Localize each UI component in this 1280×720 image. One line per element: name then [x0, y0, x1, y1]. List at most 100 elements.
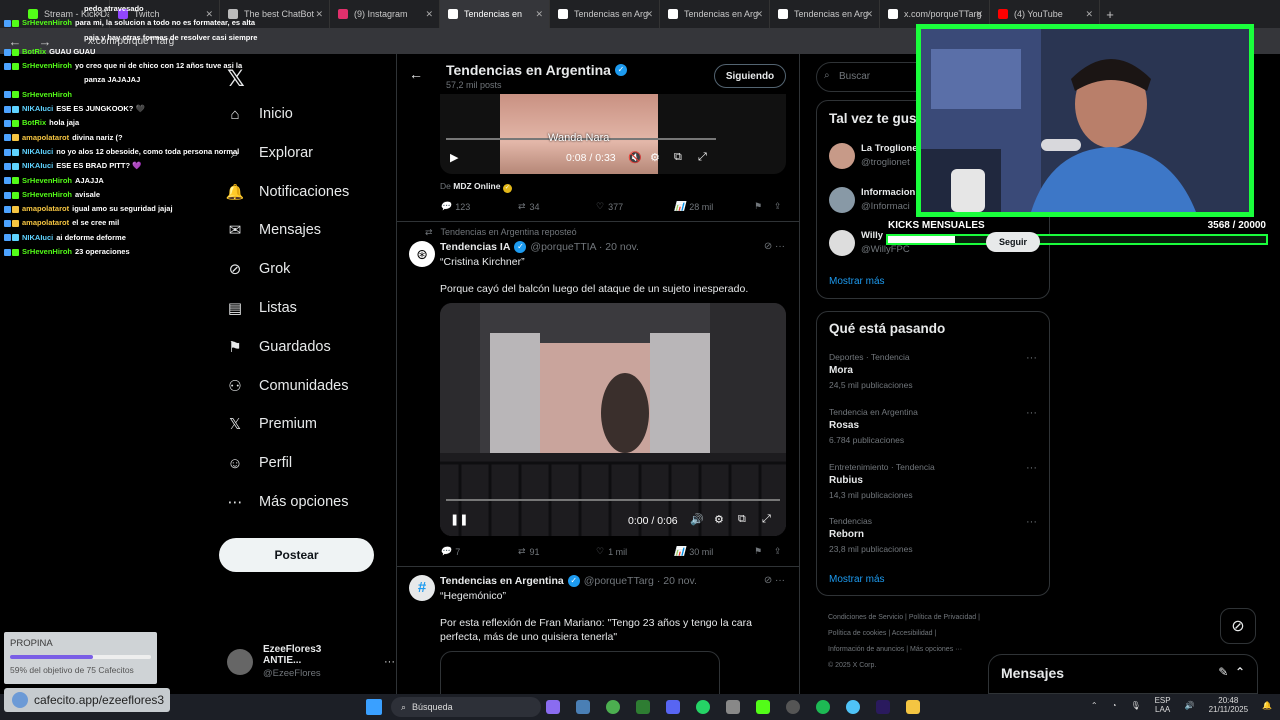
chat-username[interactable]: SrHevenHiroh	[22, 188, 72, 202]
language-indicator[interactable]: ESP LAA	[1155, 696, 1171, 714]
chat-username[interactable]: NIKAIuci	[22, 102, 53, 116]
share-icon[interactable]: ⇪	[774, 546, 782, 557]
trend-item[interactable]: Tendencia en Argentina Rosas 6.784 publica…	[829, 405, 918, 447]
more-icon[interactable]: ···	[1026, 516, 1037, 528]
views-button[interactable]: 📊 28 mil	[674, 201, 754, 212]
avatar[interactable]	[829, 230, 855, 256]
close-icon[interactable]: ✕	[315, 9, 323, 20]
footer-link[interactable]: Política de Privacidad	[909, 614, 976, 621]
sidebar-item-perfil[interactable]: ☺ Perfil	[225, 453, 292, 473]
sidebar-item-comunidades[interactable]: ⚇ Comunidades	[225, 376, 348, 396]
chat-username[interactable]: BotRix	[22, 116, 46, 130]
avatar[interactable]: ⊛	[409, 241, 435, 267]
more-icon[interactable]: ···	[1026, 407, 1037, 419]
close-icon[interactable]: ✕	[755, 9, 763, 20]
browser-tab[interactable]: Tendencias en Arg ✕	[660, 0, 770, 28]
clock[interactable]: 20:48 21/11/2025	[1209, 696, 1248, 714]
settings-icon[interactable]: ⚙	[650, 151, 660, 164]
avatar[interactable]	[829, 143, 855, 169]
more-icon[interactable]: ···	[384, 656, 395, 668]
pause-icon[interactable]: ❚❚	[450, 513, 468, 526]
back-arrow-icon[interactable]: ←	[409, 66, 423, 82]
browser-tab-active[interactable]: Tendencias en ✕	[440, 0, 550, 28]
trend-item[interactable]: Tendencias Reborn 23,8 mil publicaciones	[829, 514, 913, 556]
sidebar-item-guardados[interactable]: ⚑ Guardados	[225, 337, 330, 357]
close-icon[interactable]: ✕	[975, 9, 983, 20]
pip-icon[interactable]: ⧉	[674, 151, 682, 164]
repost-button[interactable]: ⇄ 34	[518, 201, 596, 212]
browser-tab[interactable]: Tendencias en Arg ✕	[770, 0, 880, 28]
chevron-up-icon[interactable]: ⌃	[1091, 701, 1098, 710]
close-icon[interactable]: ✕	[645, 9, 653, 20]
copilot-icon[interactable]	[546, 700, 560, 714]
premiere-icon[interactable]	[876, 700, 890, 714]
sidebar-item-premium[interactable]: 𝕏 Premium	[225, 414, 317, 434]
reply-button[interactable]: 💬 123	[440, 201, 518, 212]
pip-icon[interactable]: ⧉	[738, 513, 746, 526]
video-player[interactable]: Wanda Nara ▶ 0:08 / 0:33 🔇 ⚙ ⧉ ⤢	[440, 94, 786, 174]
more-icon[interactable]: ···	[1026, 352, 1037, 364]
views-button[interactable]: 📊 30 mil	[674, 546, 754, 557]
steam-icon[interactable]	[576, 700, 590, 714]
more-icon[interactable]: ⊘ ···	[764, 241, 785, 252]
chat-username[interactable]: amapolatarot	[22, 202, 69, 216]
video-progress[interactable]	[446, 499, 780, 501]
trend-item[interactable]: Entretenimiento · Tendencia Rubius 14,3 mi…	[829, 460, 935, 502]
post-button[interactable]: Postear	[219, 538, 374, 572]
close-icon[interactable]: ✕	[865, 9, 873, 20]
following-button[interactable]: Siguiendo	[714, 64, 786, 88]
like-button[interactable]: ♡ 1 mil	[596, 546, 674, 557]
like-button[interactable]: ♡ 377	[596, 201, 674, 212]
new-tab-button[interactable]: +	[1100, 7, 1120, 22]
avatar[interactable]	[829, 187, 855, 213]
chat-username[interactable]: NIKAIuci	[22, 145, 53, 159]
share-icon[interactable]: ⇪	[774, 201, 782, 212]
trend-item[interactable]: Deportes · Tendencia Mora 24,5 mil publica…	[829, 350, 913, 392]
speaker-icon[interactable]: 🔊	[1185, 701, 1195, 710]
kick-icon[interactable]	[756, 700, 770, 714]
settings-icon[interactable]: ⚙	[714, 513, 724, 526]
fullscreen-icon[interactable]: ⤢	[762, 513, 771, 526]
obs-icon[interactable]	[786, 700, 800, 714]
footer-link[interactable]: Accesibilidad	[892, 630, 933, 637]
windows-start-icon[interactable]	[366, 699, 382, 715]
close-icon[interactable]: ✕	[535, 9, 543, 20]
chat-username[interactable]: BotRix	[22, 45, 46, 59]
taskbar-search[interactable]: ⌕ Búsqueda	[391, 697, 541, 717]
messages-drawer[interactable]: Mensajes ✎ ⌃	[988, 654, 1258, 694]
browser-tab[interactable]: Tendencias en Arg ✕	[550, 0, 660, 28]
chat-username[interactable]: SrHevenHiroh	[22, 174, 72, 188]
folder-icon[interactable]	[906, 700, 920, 714]
reply-button[interactable]: 💬 7	[440, 546, 518, 557]
chat-username[interactable]: NIKAIuci	[22, 159, 53, 173]
suggestion[interactable]: Informacion @Informaci	[861, 187, 915, 212]
close-icon[interactable]: ✕	[1085, 9, 1093, 20]
footer-link[interactable]: Condiciones de Servicio	[828, 614, 903, 621]
chat-username[interactable]: NIKAIuci	[22, 231, 53, 245]
chrome-icon[interactable]	[606, 700, 620, 714]
chat-username[interactable]: SrHevenHiroh	[22, 245, 72, 259]
chat-username[interactable]: SrHevenHiroh	[22, 59, 72, 73]
mic-icon[interactable]: 🎙	[1130, 701, 1140, 710]
app-icon[interactable]	[636, 700, 650, 714]
fullscreen-icon[interactable]: ⤢	[698, 151, 707, 164]
bookmark-icon[interactable]: ⚑	[754, 201, 774, 212]
compose-icon[interactable]: ✎ ⌃	[1218, 665, 1245, 683]
more-icon[interactable]: ···	[1026, 462, 1037, 474]
author-name[interactable]: Tendencias IA	[440, 241, 510, 253]
author-name[interactable]: Tendencias en Argentina	[440, 575, 564, 587]
show-more-link[interactable]: Mostrar más	[829, 276, 885, 287]
play-icon[interactable]: ▶	[450, 151, 458, 164]
app-icon[interactable]	[846, 700, 860, 714]
footer-link[interactable]: Política de cookies	[828, 630, 886, 637]
repost-button[interactable]: ⇄ 91	[518, 546, 596, 557]
sidebar-item-listas[interactable]: ▤ Listas	[225, 298, 297, 318]
follow-button[interactable]: Seguir	[986, 232, 1040, 252]
chat-username[interactable]: amapolatarot	[22, 131, 69, 145]
grok-icon[interactable]: ⊘	[1220, 608, 1256, 644]
source-link[interactable]: MDZ Online	[453, 181, 500, 191]
bell-icon[interactable]: 🔔	[1262, 701, 1272, 710]
volume-icon[interactable]: 🔊	[690, 513, 704, 526]
app-icon[interactable]	[726, 700, 740, 714]
suggestion[interactable]: La Troglione @troglionet	[861, 143, 917, 168]
